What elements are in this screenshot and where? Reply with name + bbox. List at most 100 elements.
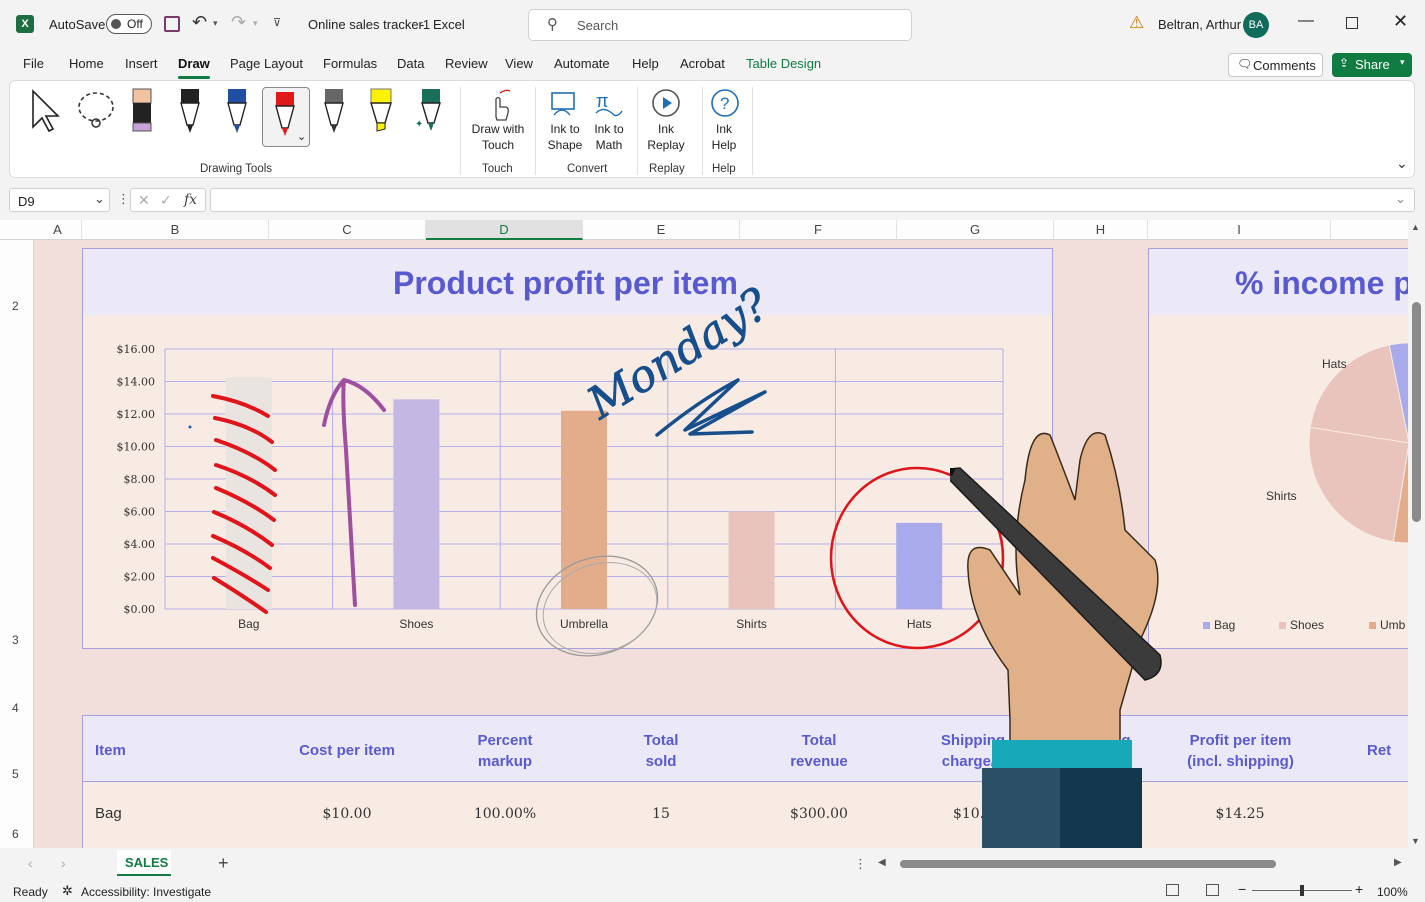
name-box[interactable]: D9 ⌄ — [9, 188, 110, 212]
redo-dropdown-icon[interactable]: ▾ — [253, 18, 258, 29]
ink-replay-button[interactable]: Ink Replay — [644, 85, 688, 157]
ink-to-math-icon: π — [595, 91, 623, 117]
pencil-icon[interactable] — [322, 87, 346, 135]
comments-label: Comments — [1253, 58, 1316, 73]
warning-icon[interactable]: ⚠ — [1129, 13, 1144, 33]
zoom-slider-thumb[interactable] — [1300, 885, 1304, 896]
save-icon[interactable] — [164, 16, 180, 32]
search-box[interactable]: ⚲ Search — [528, 9, 912, 41]
label-line: Help — [711, 138, 737, 152]
insert-function-icon[interactable]: fx — [184, 192, 197, 208]
page-break-view-icon[interactable] — [1206, 884, 1219, 896]
scroll-up-icon[interactable]: ▲ — [1411, 222, 1420, 232]
chevron-down-icon[interactable]: ⌄ — [297, 130, 306, 143]
autosave-toggle[interactable]: Off — [106, 14, 152, 34]
autosave-state: Off — [127, 17, 143, 31]
undo-icon[interactable]: ↶ — [192, 12, 207, 33]
search-placeholder: Search — [577, 18, 619, 33]
title-bar: X AutoSave Off ↶ ▾ ↷ ▾ ⊽ Online sales tr… — [0, 0, 1425, 50]
vertical-scrollbar[interactable]: ▲ ▼ — [1408, 220, 1425, 848]
customize-toolbar-icon[interactable]: ⊽ — [273, 16, 281, 29]
status-ready: Ready — [13, 885, 48, 899]
red-pen-selected[interactable]: ⌄ — [262, 87, 310, 147]
draw-with-touch-button[interactable]: Draw with Touch — [468, 85, 528, 157]
highlighter-icon[interactable] — [368, 87, 394, 135]
ink-to-shape-label: Ink to Shape — [544, 121, 586, 153]
label-line: Ink to — [594, 122, 624, 136]
eraser-pen-icon[interactable] — [130, 87, 154, 135]
app-name: Excel — [433, 17, 465, 32]
tab-data[interactable]: Data — [397, 56, 424, 71]
worksheet-grid[interactable]: A B C D E F G H I 2 3 4 5 6 Product prof… — [0, 220, 1408, 848]
sheet-tab-sales[interactable]: SALES — [117, 850, 171, 876]
zoom-out-icon[interactable]: − — [1238, 881, 1246, 897]
tab-acrobat[interactable]: Acrobat — [680, 56, 725, 71]
page-layout-view-icon[interactable] — [1166, 884, 1179, 896]
scroll-down-icon[interactable]: ▼ — [1411, 836, 1420, 846]
label-line: Shape — [547, 138, 583, 152]
tab-draw[interactable]: Draw — [178, 56, 210, 71]
zoom-in-icon[interactable]: + — [1355, 881, 1363, 897]
accessibility-status[interactable]: Accessibility: Investigate — [81, 885, 211, 899]
share-button[interactable]: ⇪ Share ▾ — [1332, 53, 1412, 77]
minimize-icon[interactable]: — — [1298, 12, 1314, 30]
tab-insert[interactable]: Insert — [125, 56, 158, 71]
ribbon-tabs: File Home Insert Draw Page Layout Formul… — [0, 50, 1425, 80]
title-separator: - — [420, 17, 425, 32]
select-arrow-icon[interactable] — [30, 89, 60, 133]
ink-to-shape-button[interactable]: Ink to Shape — [544, 85, 586, 157]
maximize-icon[interactable] — [1346, 17, 1358, 29]
sheet-tabs-bar: ‹ › SALES + ⋮ ◀ ▶ — [0, 848, 1425, 880]
avatar[interactable]: BA — [1243, 12, 1269, 38]
more-icon[interactable]: ⋮ — [854, 856, 867, 872]
redo-icon[interactable]: ↷ — [231, 12, 246, 33]
tab-automate[interactable]: Automate — [554, 56, 610, 71]
undo-dropdown-icon[interactable]: ▾ — [213, 18, 218, 29]
zoom-slider[interactable] — [1252, 885, 1352, 896]
close-icon[interactable]: ✕ — [1393, 11, 1408, 32]
galaxy-pen-icon[interactable]: ✦ — [415, 87, 445, 135]
help-icon: ? — [711, 89, 739, 117]
formula-input[interactable]: ⌄ — [210, 188, 1415, 212]
cancel-icon[interactable]: ✕ — [138, 192, 150, 209]
scroll-left-icon[interactable]: ◀ — [878, 857, 886, 868]
chevron-down-icon[interactable]: ⌄ — [1395, 191, 1406, 207]
accessibility-icon[interactable]: ✲ — [62, 883, 73, 899]
sheet-next-icon[interactable]: › — [61, 855, 66, 871]
status-bar: Ready ✲ Accessibility: Investigate − + 1… — [0, 880, 1425, 902]
enter-icon[interactable]: ✓ — [160, 192, 172, 209]
ink-help-label: Ink Help — [708, 121, 740, 153]
tab-file[interactable]: File — [23, 56, 44, 71]
scroll-right-icon[interactable]: ▶ — [1394, 857, 1402, 868]
black-pen-icon[interactable] — [178, 87, 202, 135]
tab-formulas[interactable]: Formulas — [323, 56, 377, 71]
ribbon-collapse-icon[interactable]: ⌄ — [1396, 155, 1408, 172]
chevron-down-icon[interactable]: ⌄ — [94, 191, 105, 207]
zoom-level[interactable]: 100% — [1377, 885, 1408, 899]
lasso-select-icon[interactable] — [74, 89, 118, 133]
tab-table-design[interactable]: Table Design — [746, 56, 821, 71]
comments-button[interactable]: 🗨 Comments — [1228, 53, 1323, 77]
ink-to-math-button[interactable]: π Ink to Math — [588, 85, 630, 157]
scroll-thumb[interactable] — [900, 860, 1276, 868]
red-scribble-strokes — [211, 394, 277, 614]
ribbon-divider — [702, 87, 703, 175]
horizontal-scrollbar[interactable]: ◀ ▶ — [874, 856, 1408, 872]
more-icon[interactable]: ⋮ — [117, 191, 130, 207]
user-name[interactable]: Beltran, Arthur — [1158, 17, 1241, 32]
tab-review[interactable]: Review — [445, 56, 488, 71]
tab-home[interactable]: Home — [69, 56, 104, 71]
ink-annotations[interactable]: Monday? — [0, 220, 1408, 848]
scroll-thumb[interactable] — [1412, 302, 1421, 522]
ink-to-math-label: Ink to Math — [588, 121, 630, 153]
sheet-prev-icon[interactable]: ‹ — [28, 855, 33, 871]
pencil-circle-stroke — [542, 561, 658, 655]
blue-pen-icon[interactable] — [225, 87, 249, 135]
tab-page-layout[interactable]: Page Layout — [230, 56, 303, 71]
ink-help-button[interactable]: ? Ink Help — [708, 85, 740, 157]
tab-view[interactable]: View — [505, 56, 533, 71]
tab-help[interactable]: Help — [632, 56, 659, 71]
share-label: Share — [1355, 57, 1390, 72]
add-sheet-button[interactable]: + — [218, 853, 229, 874]
help-group-label: Help — [712, 163, 736, 175]
